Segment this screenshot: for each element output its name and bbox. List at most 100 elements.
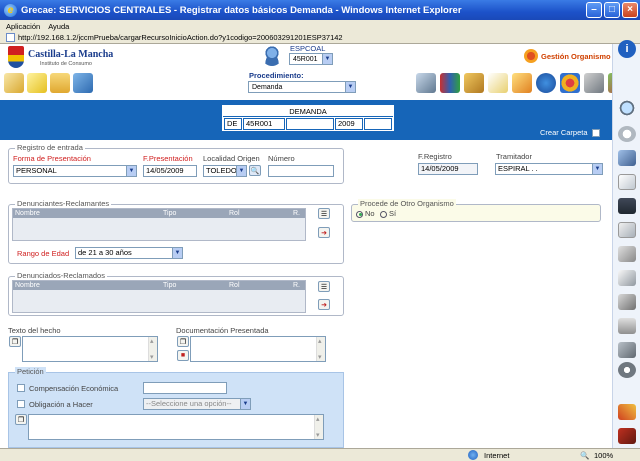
settings-icon[interactable]: [618, 362, 636, 378]
laptop-icon[interactable]: [416, 73, 436, 93]
keyboard-icon[interactable]: [618, 342, 636, 358]
tramitador-value: ESPIRAL . .: [498, 164, 538, 173]
search-icon[interactable]: [618, 100, 636, 116]
copy-icon[interactable]: [618, 222, 636, 238]
books-icon[interactable]: [440, 73, 460, 93]
back-icon[interactable]: [618, 126, 636, 142]
localidad-origen-value: TOLEDO: [206, 166, 237, 175]
menu-aplicacion[interactable]: Aplicación: [6, 22, 40, 31]
info-icon[interactable]: i: [618, 40, 636, 58]
crear-carpeta[interactable]: Crear Carpeta: [540, 128, 600, 137]
notes-icon[interactable]: [488, 73, 508, 93]
mail-icon[interactable]: [512, 73, 532, 93]
tramitador-select[interactable]: ESPIRAL . . ▼: [495, 163, 603, 175]
fecha-registro-input: 14/05/2009: [418, 163, 478, 175]
tools-cross-icon[interactable]: [618, 404, 636, 420]
demanda-box: DEMANDA DE 45R001 2009: [222, 105, 394, 131]
documentacion-edit-icon[interactable]: ❐: [177, 336, 189, 347]
texto-hecho-textarea[interactable]: [22, 336, 158, 362]
demanda-code-field[interactable]: DE: [224, 118, 242, 130]
compensacion-input[interactable]: [143, 382, 227, 394]
rango-edad-select[interactable]: de 21 a 30 años ▼: [75, 247, 183, 259]
maximize-button[interactable]: □: [604, 2, 620, 18]
crear-carpeta-checkbox[interactable]: [591, 128, 600, 137]
peticion-scrollbar[interactable]: [314, 415, 323, 439]
chevron-down-icon: ▼: [345, 82, 355, 92]
folder-icon[interactable]: [50, 73, 70, 93]
denunciantes-table: Nombre Tipo Rol R.: [12, 208, 306, 241]
documentacion-textarea[interactable]: [190, 336, 326, 362]
compensacion-checkbox[interactable]: [17, 384, 25, 392]
radio-no[interactable]: [356, 210, 363, 218]
chevron-down-icon: ▼: [236, 166, 246, 176]
document-icon[interactable]: [618, 174, 636, 190]
menu-ayuda[interactable]: Ayuda: [48, 22, 69, 31]
documentacion-label: Documentación Presentada: [176, 326, 269, 335]
localidad-search-icon[interactable]: 🔍: [249, 165, 261, 176]
documentacion-scrollbar[interactable]: [316, 337, 325, 361]
col-r: R.: [293, 210, 300, 217]
numero-input[interactable]: [268, 165, 334, 177]
texto-hecho-scrollbar[interactable]: [148, 337, 157, 361]
numero-label: Número: [268, 154, 295, 163]
procedimiento-select[interactable]: Demanda ▼: [248, 81, 356, 93]
localidad-origen-label: Localidad Origen: [203, 154, 260, 163]
save-icon[interactable]: [618, 198, 636, 214]
organismo-icon: [524, 49, 538, 63]
tag-icon[interactable]: [618, 246, 636, 262]
minimize-button[interactable]: –: [586, 2, 602, 18]
chevron-down-icon: ▼: [322, 54, 332, 64]
espcoal-select[interactable]: 45R001 ▼: [289, 53, 333, 65]
exit-icon[interactable]: [618, 428, 636, 444]
tools-icon[interactable]: [584, 73, 604, 93]
right-toolbar: i: [612, 40, 640, 448]
window-title: Grecae: SERVICIOS CENTRALES - Registrar …: [21, 4, 462, 16]
obligacion-checkbox[interactable]: [17, 400, 25, 408]
demanda-office-field[interactable]: 45R001: [243, 118, 285, 130]
remove-denunciado-icon[interactable]: ➜: [318, 299, 330, 310]
add-denunciante-icon[interactable]: ☰: [318, 208, 330, 219]
print-icon[interactable]: [618, 318, 636, 334]
zoom-icon: 🔍: [580, 451, 590, 460]
clip-icon[interactable]: [618, 294, 636, 310]
stack-icon[interactable]: [618, 150, 636, 166]
radio-si[interactable]: [380, 210, 387, 218]
pdf-icon[interactable]: ■: [177, 350, 189, 361]
peticion-section: Petición Compensación Económica Obligaci…: [8, 367, 344, 448]
address-bar[interactable]: http://192.168.1.2/jccmPrueba/cargarRecu…: [0, 32, 640, 44]
obligacion-select[interactable]: --Seleccione una opción-- ▼: [143, 398, 251, 410]
demanda-extra-field[interactable]: [364, 118, 392, 130]
close-button[interactable]: ×: [622, 2, 638, 18]
edit-icon[interactable]: [618, 270, 636, 286]
forma-presentacion-select[interactable]: PERSONAL ▼: [13, 165, 137, 177]
demanda-number-field[interactable]: [286, 118, 334, 130]
app-header: Castilla-La Mancha Instituto de Consumo …: [0, 44, 628, 100]
archive-icon[interactable]: [464, 73, 484, 93]
zoom-level[interactable]: 100%: [594, 451, 613, 460]
denunciantes-section: Denunciantes-Reclamantes Nombre Tipo Rol…: [8, 199, 344, 264]
forma-presentacion-value: PERSONAL: [16, 166, 57, 175]
gestion-organismo-link[interactable]: Gestión Organismo: [524, 49, 611, 63]
demanda-year-field[interactable]: 2009: [335, 118, 363, 130]
denunciados-legend: Denunciados-Reclamados: [15, 271, 107, 280]
peticion-textarea[interactable]: [28, 414, 324, 440]
localidad-origen-select[interactable]: TOLEDO ▼: [203, 165, 247, 177]
remove-denunciante-icon[interactable]: ➜: [318, 227, 330, 238]
texto-hecho-edit-icon[interactable]: ❐: [9, 336, 21, 347]
window-titlebar: e Grecae: SERVICIOS CENTRALES - Registra…: [0, 0, 640, 20]
denunciantes-legend: Denunciantes-Reclamantes: [15, 199, 112, 208]
chevron-down-icon: ▼: [592, 164, 602, 174]
otro-organismo-no[interactable]: No: [356, 209, 375, 218]
new-document-icon[interactable]: [27, 73, 47, 93]
peticion-edit-icon[interactable]: ❐: [15, 414, 27, 425]
col-rol: Rol: [229, 210, 240, 217]
menu-bar: Aplicación Ayuda: [0, 20, 640, 32]
add-denunciado-icon[interactable]: ☰: [318, 281, 330, 292]
computer-search-icon[interactable]: [73, 73, 93, 93]
coat-of-arms-logo: [8, 46, 24, 68]
globe-icon[interactable]: [536, 73, 556, 93]
edit-form-icon[interactable]: [4, 73, 24, 93]
otro-organismo-si[interactable]: Sí: [380, 209, 396, 218]
palette-icon[interactable]: [560, 73, 580, 93]
fecha-presentacion-input[interactable]: 14/05/2009: [143, 165, 197, 177]
